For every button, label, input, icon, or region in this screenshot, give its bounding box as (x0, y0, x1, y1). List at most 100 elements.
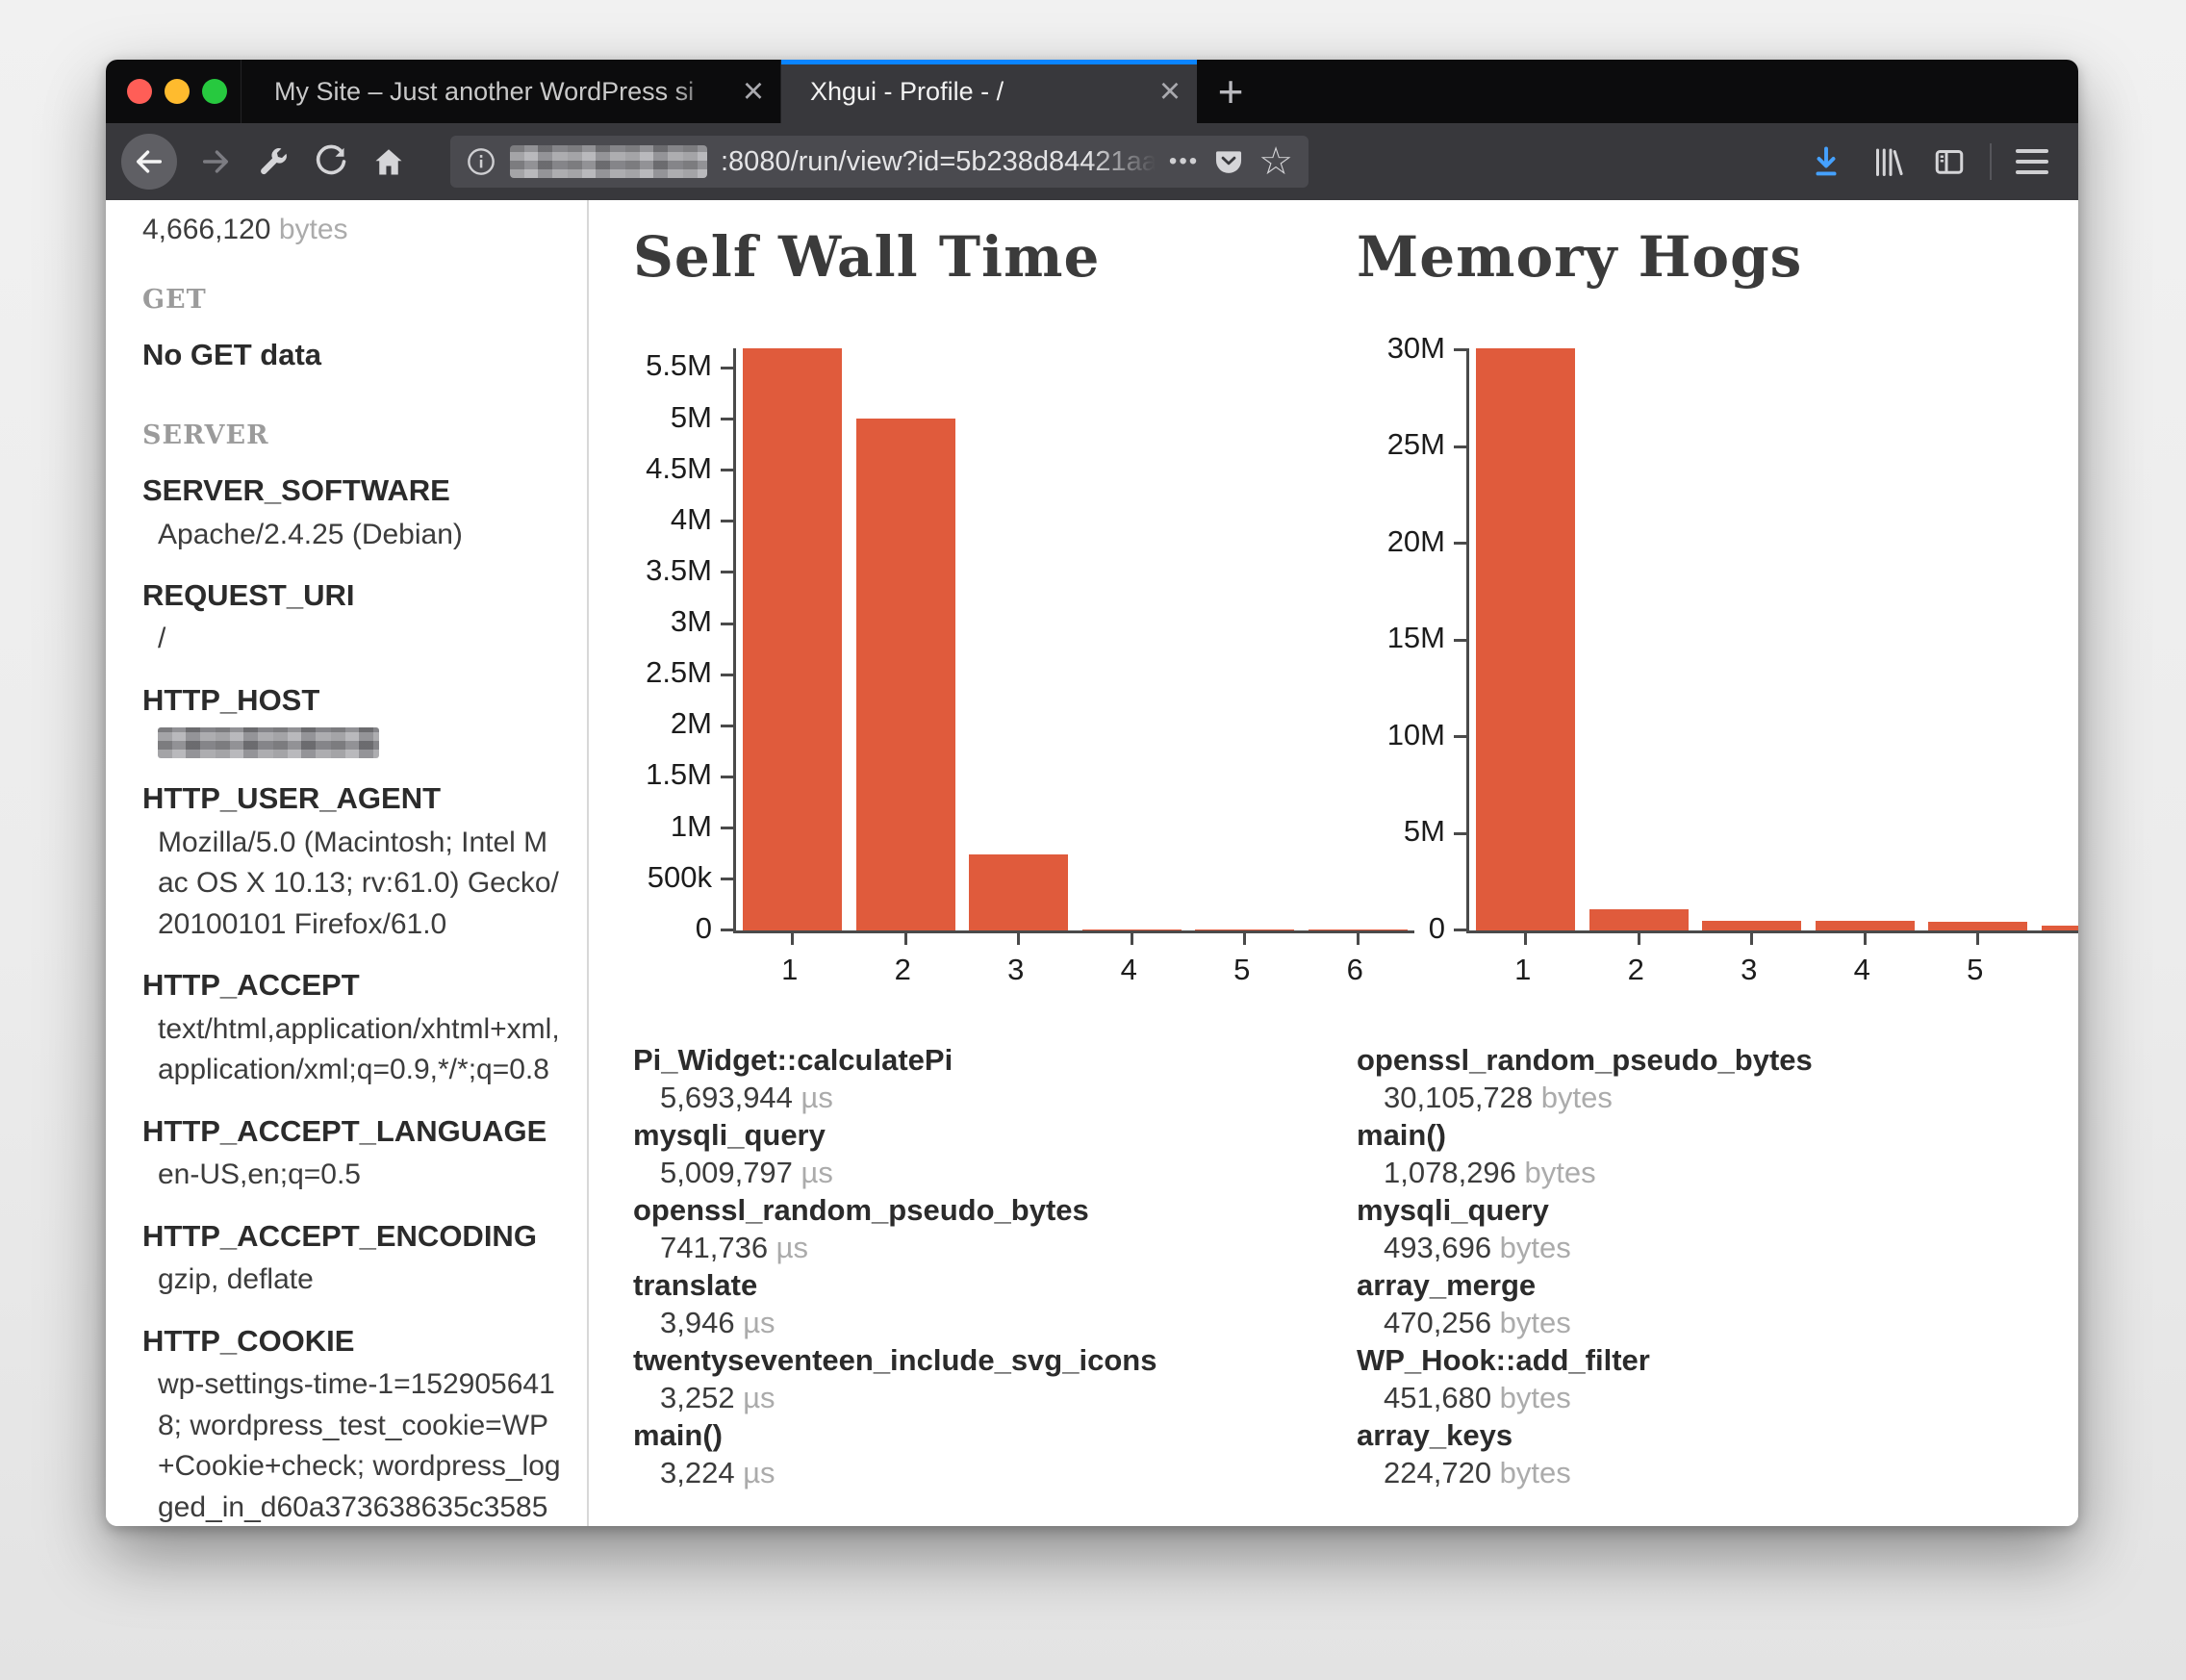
url-text[interactable]: :8080/run/view?id=5b238d84421aa9004b680a… (721, 146, 1156, 178)
server-var-value: wp-settings-time-1=1529056418; wordpress… (142, 1364, 562, 1526)
y-tick-label: 3.5M (646, 553, 712, 588)
close-window-button[interactable] (127, 79, 152, 104)
function-name: mysqli_query (1357, 1191, 2078, 1230)
library-button[interactable] (1864, 138, 1912, 186)
function-name: array_merge (1357, 1266, 2078, 1305)
home-button[interactable] (366, 139, 412, 185)
section-heading: GET (142, 285, 562, 315)
legend-item: openssl_random_pseudo_bytes30,105,728 by… (1357, 1041, 2078, 1116)
page-tools-button[interactable] (250, 139, 296, 185)
legend-item: main()3,224 µs (633, 1416, 1416, 1491)
y-tick-mark (1454, 542, 1466, 545)
value-number: 470,256 (1384, 1306, 1491, 1339)
legend-item: translate3,946 µs (633, 1266, 1416, 1341)
legend-item: array_keys224,720 bytes (1357, 1416, 2078, 1491)
legend-item: openssl_random_pseudo_bytes741,736 µs (633, 1191, 1416, 1266)
bar (743, 348, 842, 930)
bar (1702, 921, 1801, 930)
y-tick-label: 20M (1387, 524, 1445, 559)
value-number: 3,946 (660, 1306, 735, 1339)
redacted-host (510, 145, 707, 178)
x-tick-mark (1976, 933, 1979, 945)
server-var-value: / (142, 619, 562, 660)
function-name: main() (633, 1416, 1416, 1455)
forward-arrow-icon (199, 145, 232, 178)
page-actions-icon[interactable]: ••• (1169, 148, 1199, 175)
address-bar[interactable]: :8080/run/view?id=5b238d84421aa9004b680a… (450, 136, 1309, 188)
y-axis-labels: 05M10M15M20M25M30M (1347, 348, 1453, 930)
x-tick-label: 3 (1692, 953, 1806, 987)
memory-unit: bytes (279, 214, 348, 245)
navigation-toolbar: :8080/run/view?id=5b238d84421aa9004b680a… (106, 123, 2078, 200)
tab-wordpress-site[interactable]: My Site – Just another WordPress si × (241, 60, 781, 123)
close-tab-icon[interactable]: × (1143, 73, 1197, 110)
legend-item: Pi_Widget::calculatePi5,693,944 µs (633, 1041, 1416, 1116)
value-unit: bytes (1491, 1231, 1571, 1264)
y-tick-mark (721, 520, 733, 522)
redacted-value (158, 727, 379, 758)
y-tick-label: 4.5M (646, 451, 712, 486)
tab-xhgui-profile[interactable]: Xhgui - Profile - / × (781, 60, 1197, 123)
y-tick-mark (1454, 832, 1466, 835)
pocket-icon[interactable] (1212, 145, 1245, 178)
tab-bar: My Site – Just another WordPress si × Xh… (106, 60, 2078, 123)
value-number: 5,693,944 (660, 1081, 793, 1114)
y-axis-labels: 0500k1M1.5M2M2.5M3M3.5M4M4.5M5M5.5M (623, 348, 720, 930)
y-tick-mark (1454, 639, 1466, 642)
memory-value: 4,666,120 (142, 214, 270, 245)
server-var-name: HTTP_ACCEPT_LANGUAGE (142, 1112, 562, 1151)
zoom-window-button[interactable] (202, 79, 227, 104)
value-number: 3,252 (660, 1381, 735, 1414)
minimize-window-button[interactable] (165, 79, 190, 104)
function-value: 30,105,728 bytes (1357, 1080, 2078, 1116)
bar-slot (1583, 348, 1696, 930)
bar-slot (1076, 348, 1189, 930)
library-icon (1870, 144, 1905, 179)
legend-item: twentyseventeen_include_svg_icons3,252 µ… (633, 1341, 1416, 1416)
server-var-name: HTTP_COOKIE (142, 1322, 562, 1361)
function-name: openssl_random_pseudo_bytes (633, 1191, 1416, 1230)
function-name: openssl_random_pseudo_bytes (1357, 1041, 2078, 1080)
value-unit: µs (735, 1306, 775, 1339)
bar-slot (1921, 348, 2035, 930)
value-number: 451,680 (1384, 1381, 1491, 1414)
y-tick-label: 0 (696, 911, 712, 946)
value-number: 1,078,296 (1384, 1156, 1516, 1189)
value-number: 5,009,797 (660, 1156, 793, 1189)
bar (856, 419, 955, 930)
x-tick-label: 4 (1806, 953, 1919, 987)
function-name: translate (633, 1266, 1416, 1305)
window-controls (106, 60, 241, 123)
menu-button[interactable] (2008, 138, 2056, 186)
server-var-value: text/html,application/xhtml+xml,applicat… (142, 1009, 562, 1091)
new-tab-button[interactable]: + (1197, 60, 1264, 123)
y-tick-mark (721, 776, 733, 778)
back-button[interactable] (121, 134, 177, 190)
bookmark-star-icon[interactable]: ☆ (1258, 142, 1293, 181)
bar (1816, 921, 1915, 929)
sidebar-toggle-button[interactable] (1925, 138, 1973, 186)
home-icon (371, 144, 406, 179)
y-tick-mark (721, 725, 733, 727)
function-value: 3,946 µs (633, 1305, 1416, 1341)
tab-title: Xhgui - Profile - / (781, 77, 1004, 106)
reload-icon (314, 144, 348, 179)
server-var-name: HTTP_ACCEPT_ENCODING (142, 1217, 562, 1256)
function-name: twentyseventeen_include_svg_icons (633, 1341, 1416, 1380)
site-info-icon[interactable] (466, 146, 496, 177)
y-tick-label: 4M (671, 502, 712, 537)
bar (2042, 926, 2078, 930)
close-tab-icon[interactable]: × (726, 73, 780, 110)
reload-button[interactable] (308, 139, 354, 185)
y-tick-label: 3M (671, 604, 712, 639)
y-tick-mark (721, 827, 733, 829)
value-unit: bytes (1491, 1381, 1571, 1414)
value-unit: bytes (1491, 1306, 1571, 1339)
bar-slot (1469, 348, 1583, 930)
forward-button[interactable] (192, 139, 239, 185)
function-value: 3,224 µs (633, 1455, 1416, 1491)
legend-item: mysqli_query5,009,797 µs (633, 1116, 1416, 1191)
server-var-value: en-US,en;q=0.5 (142, 1155, 562, 1196)
tab-title: My Site – Just another WordPress si (241, 77, 694, 106)
downloads-button[interactable] (1802, 138, 1850, 186)
